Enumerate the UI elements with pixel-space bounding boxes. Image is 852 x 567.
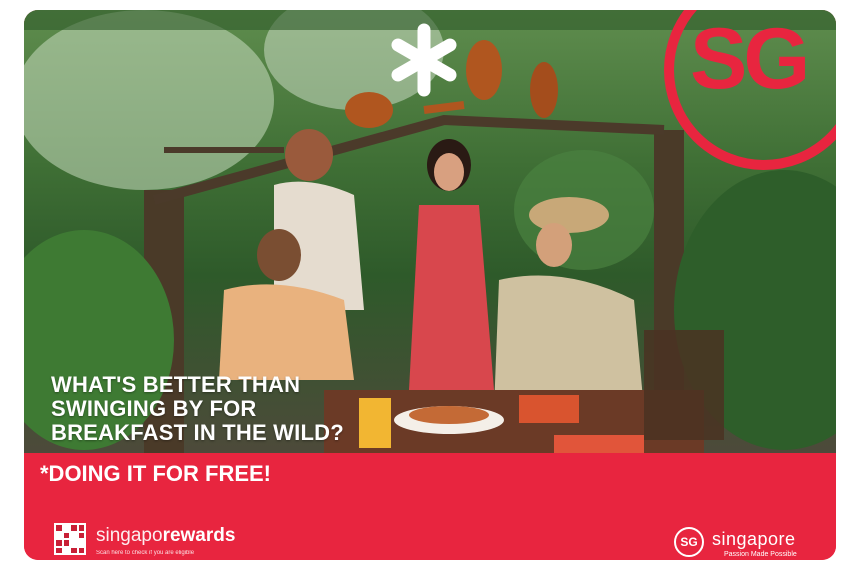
- advertisement-card: SG WHAT'S BETTER THAN SWINGING BY FOR BR…: [24, 10, 836, 560]
- headline: WHAT'S BETTER THAN SWINGING BY FOR BREAK…: [51, 373, 471, 445]
- headline-line-3: BREAKFAST IN THE WILD?: [51, 420, 344, 445]
- sg-logo-icon: SG: [674, 527, 704, 557]
- rewards-brand: singaporewards: [96, 525, 235, 547]
- breakfast-photo: SG WHAT'S BETTER THAN SWINGING BY FOR BR…: [24, 10, 836, 453]
- rewards-prefix: singapo: [96, 525, 163, 546]
- singapore-wordmark: singapore: [712, 529, 796, 549]
- qr-code-icon[interactable]: [54, 523, 86, 555]
- headline-line-2: SWINGING BY FOR: [51, 396, 257, 421]
- sg-brand-mark: SG: [690, 11, 810, 107]
- tagline: Passion Made Possible: [724, 551, 797, 558]
- scan-note: Scan here to check if you are eligible: [96, 550, 195, 556]
- cta-text: *DOING IT FOR FREE!: [40, 461, 271, 486]
- rewards-suffix: rewards: [162, 525, 236, 546]
- headline-line-1: WHAT'S BETTER THAN: [51, 372, 301, 397]
- promo-banner: *DOING IT FOR FREE! singaporewards Scan …: [24, 453, 836, 560]
